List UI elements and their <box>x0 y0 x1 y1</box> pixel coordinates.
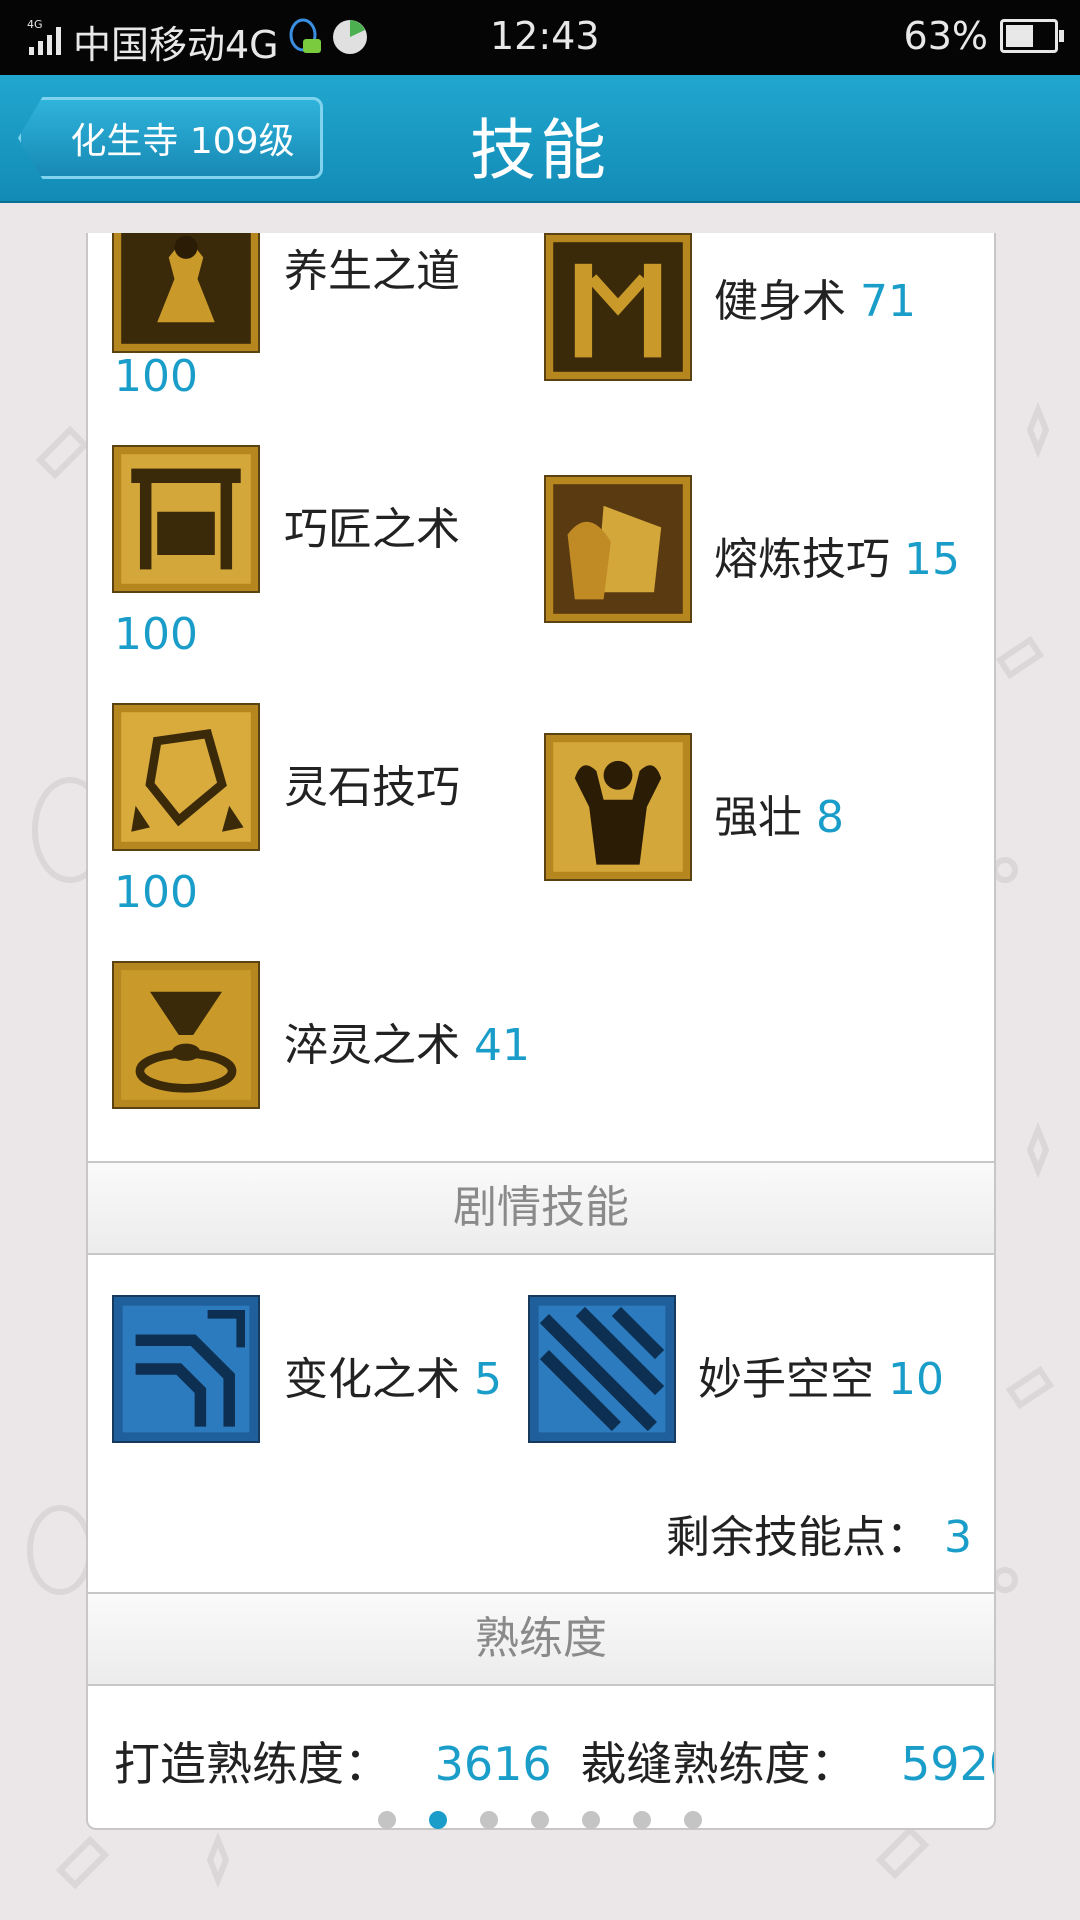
page-dot[interactable] <box>633 1811 651 1829</box>
skill-level-smelting: 15 <box>904 534 960 585</box>
spirit-stone-icon[interactable] <box>112 703 260 851</box>
pie-clock-icon <box>331 18 369 65</box>
svg-text:4G: 4G <box>27 18 43 31</box>
skill-level-steal: 10 <box>888 1354 944 1405</box>
page-dot[interactable] <box>684 1811 702 1829</box>
remaining-skill-points: 剩余技能点： 3 <box>666 1501 972 1565</box>
page-indicator <box>378 1811 702 1829</box>
fitness-icon[interactable] <box>544 233 692 381</box>
skill-level-craftsman: 100 <box>114 609 198 660</box>
skill-name-steal-text: 妙手空空 <box>698 1354 874 1405</box>
tailor-proficiency-label: 裁缝熟练度： <box>580 1737 857 1791</box>
battery-icon <box>1000 19 1064 53</box>
page-dot[interactable] <box>582 1811 600 1829</box>
skill-name-strength-text: 强壮 <box>714 792 802 843</box>
page-dot-active[interactable] <box>429 1811 447 1829</box>
skills-card: 养生之道 100 健身术 71 巧匠之术 100 熔炼技巧 15 灵石技巧 10… <box>86 233 996 1830</box>
quench-icon[interactable] <box>112 961 260 1109</box>
forge-proficiency-label: 打造熟练度： <box>114 1737 390 1791</box>
smelting-icon[interactable] <box>544 475 692 623</box>
status-bar: 4G 中国移动4G 12:43 63% <box>0 0 1080 75</box>
strength-icon[interactable] <box>544 733 692 881</box>
signal-icon: 4G <box>25 17 65 66</box>
skill-level-fitness: 71 <box>860 276 916 327</box>
skill-level-meditation: 100 <box>114 351 198 402</box>
skill-name-transform-text: 变化之术 <box>284 1354 460 1405</box>
status-time: 12:43 <box>490 14 600 58</box>
remaining-value: 3 <box>944 1512 972 1563</box>
craftsman-icon[interactable] <box>112 445 260 593</box>
skill-name-fitness-text: 健身术 <box>714 276 846 327</box>
skill-name-meditation: 养生之道 <box>284 246 460 297</box>
skill-name-quench: 淬灵之术 41 <box>284 1009 530 1073</box>
steal-icon[interactable] <box>528 1295 676 1443</box>
remaining-label: 剩余技能点： <box>666 1512 930 1563</box>
skill-name-smelting: 熔炼技巧 15 <box>714 523 960 587</box>
skill-name-craftsman: 巧匠之术 <box>284 504 460 555</box>
skill-level-transform: 5 <box>474 1354 502 1405</box>
skill-name-smelting-text: 熔炼技巧 <box>714 534 890 585</box>
meditation-icon[interactable] <box>112 233 260 353</box>
page-dot[interactable] <box>378 1811 396 1829</box>
page-title: 技能 <box>470 112 610 189</box>
carrier-label: 中国移动4G <box>73 23 279 67</box>
skill-level-strength: 8 <box>816 792 844 843</box>
skill-level-spirit-stone: 100 <box>114 867 198 918</box>
skill-name-steal: 妙手空空 10 <box>698 1343 944 1407</box>
skill-name-quench-text: 淬灵之术 <box>284 1020 460 1071</box>
skill-name-spirit-stone: 灵石技巧 <box>284 762 460 813</box>
skill-name-transform: 变化之术 5 <box>284 1343 502 1407</box>
qq-notification-icon <box>287 17 323 66</box>
skill-name-strength: 强壮 8 <box>714 781 844 845</box>
section-header-story-skills: 剧情技能 <box>88 1161 994 1255</box>
skill-level-quench: 41 <box>474 1020 530 1071</box>
app-header: 化生寺 109级 技能 <box>0 75 1080 203</box>
page-dot[interactable] <box>480 1811 498 1829</box>
tailor-proficiency-value: 5920 <box>900 1737 994 1791</box>
transform-icon[interactable] <box>112 1295 260 1443</box>
page-dot[interactable] <box>531 1811 549 1829</box>
skill-name-fitness: 健身术 71 <box>714 265 916 329</box>
section-header-proficiency: 熟练度 <box>88 1592 994 1686</box>
battery-percent: 63% <box>903 14 988 58</box>
proficiency-row: 打造熟练度： 3616 裁缝熟练度： 5920 <box>114 1728 994 1794</box>
forge-proficiency-value: 3616 <box>434 1737 552 1791</box>
